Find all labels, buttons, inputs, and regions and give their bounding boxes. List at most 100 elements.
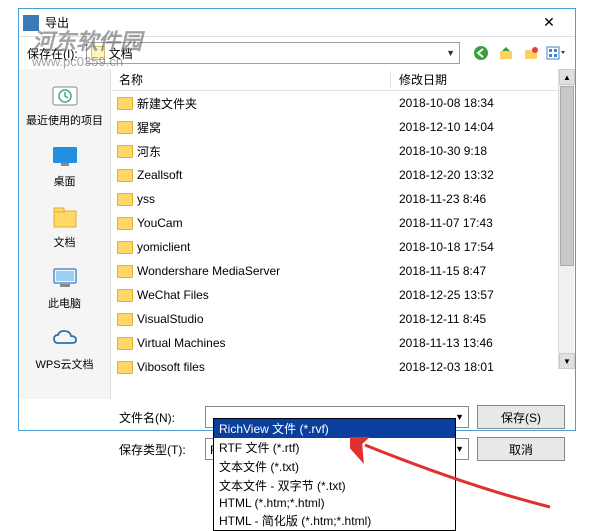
folder-icon [117,169,133,182]
sidebar-item-thispc[interactable]: 此电脑 [25,260,105,315]
folder-icon [117,121,133,134]
chevron-down-icon: ▼ [455,444,464,454]
file-date: 2018-11-13 13:46 [391,336,575,350]
desktop-icon [49,142,81,170]
computer-icon [49,264,81,292]
close-button[interactable]: ✕ [527,13,571,33]
folder-icon [117,265,133,278]
folder-icon [117,193,133,206]
file-row[interactable]: Vibosoft files 2018-12-03 18:01 [111,355,575,379]
sidebar-item-label: 最近使用的项目 [26,112,103,128]
up-icon[interactable] [495,42,517,64]
folder-icon [91,46,105,60]
file-row[interactable]: yomiclient 2018-10-18 17:54 [111,235,575,259]
scroll-thumb[interactable] [560,86,574,266]
file-name: 河东 [137,143,161,160]
scroll-down-icon[interactable]: ▼ [559,353,575,369]
folder-icon [117,217,133,230]
dropdown-item[interactable]: RichView 文件 (*.rvf) [214,419,455,438]
file-name: 猩窝 [137,119,161,136]
savein-label: 保存在(I): [27,45,78,62]
sidebar-item-recent[interactable]: 最近使用的项目 [25,77,105,132]
location-value: 文档 [109,45,442,62]
folder-icon [117,145,133,158]
file-list-header: 名称 修改日期 [111,69,575,91]
sidebar-item-label: 桌面 [54,173,76,189]
file-row[interactable]: Zeallsoft 2018-12-20 13:32 [111,163,575,187]
places-sidebar: 最近使用的项目 桌面 文档 此电脑 WPS云文档 [19,69,111,399]
chevron-down-icon: ▼ [446,48,455,58]
dropdown-item[interactable]: HTML (*.htm;*.html) [214,495,455,511]
location-row: 保存在(I): 文档 ▼ [19,37,575,69]
body-area: 最近使用的项目 桌面 文档 此电脑 WPS云文档 名称 修改日期 [19,69,575,399]
file-name: Zeallsoft [137,168,182,182]
vertical-scrollbar[interactable]: ▲ ▼ [558,69,574,369]
sidebar-item-label: 文档 [54,234,76,250]
file-name: Wondershare MediaServer [137,264,280,278]
file-name: YouCam [137,216,183,230]
app-icon [23,15,39,31]
file-date: 2018-11-07 17:43 [391,216,575,230]
dropdown-item[interactable]: HTML - 简化版 (*.htm;*.html) [214,511,455,530]
nav-toolbar [470,42,567,64]
file-name: Vibosoft files [137,360,205,374]
folder-icon [117,289,133,302]
dropdown-item[interactable]: 文本文件 (*.txt) [214,457,455,476]
file-date: 2018-12-10 14:04 [391,120,575,134]
save-button[interactable]: 保存(S) [477,405,565,429]
file-row[interactable]: 新建文件夹2018-10-08 18:34 [111,91,575,115]
sidebar-item-label: WPS云文档 [35,356,93,372]
file-date: 2018-10-30 9:18 [391,144,575,158]
folder-icon [117,241,133,254]
file-list[interactable]: 新建文件夹2018-10-08 18:34 猩窝 2018-12-10 14:04 河… [111,91,575,399]
file-date: 2018-12-11 8:45 [391,312,575,326]
sidebar-item-wpscloud[interactable]: WPS云文档 [25,321,105,376]
new-folder-icon[interactable] [520,42,542,64]
column-name[interactable]: 名称 [111,71,391,88]
column-date[interactable]: 修改日期 [391,71,575,88]
cloud-icon [49,325,81,353]
file-row[interactable]: 河东 2018-10-30 9:18 [111,139,575,163]
cancel-button[interactable]: 取消 [477,437,565,461]
file-date: 2018-11-23 8:46 [391,192,575,206]
view-menu-icon[interactable] [545,42,567,64]
folder-icon [117,361,133,374]
file-row[interactable]: 猩窝 2018-12-10 14:04 [111,115,575,139]
scroll-up-icon[interactable]: ▲ [559,69,575,85]
filetype-label: 保存类型(T): [119,441,197,458]
file-row[interactable]: WeChat Files 2018-12-25 13:57 [111,283,575,307]
filename-label: 文件名(N): [119,409,197,426]
back-icon[interactable] [470,42,492,64]
dialog-title: 导出 [45,14,527,31]
file-date: 2018-10-18 17:54 [391,240,575,254]
file-name: VisualStudio [137,312,204,326]
sidebar-item-desktop[interactable]: 桌面 [25,138,105,193]
export-dialog: 导出 ✕ 保存在(I): 文档 ▼ 最近使用的项目 桌面 [18,8,576,431]
folder-icon [117,313,133,326]
file-date: 2018-12-03 18:01 [391,360,575,374]
file-row[interactable]: yss2018-11-23 8:46 [111,187,575,211]
file-name: 新建文件夹 [137,95,197,112]
file-name: yomiclient [137,240,190,254]
location-combo[interactable]: 文档 ▼ [86,42,460,64]
file-name: Virtual Machines [137,336,226,350]
chevron-down-icon: ▼ [455,412,464,422]
file-row[interactable]: VisualStudio 2018-12-11 8:45 [111,307,575,331]
dropdown-item[interactable]: RTF 文件 (*.rtf) [214,438,455,457]
file-row[interactable]: Virtual Machines 2018-11-13 13:46 [111,331,575,355]
documents-icon [49,203,81,231]
file-name: WeChat Files [137,288,209,302]
sidebar-item-label: 此电脑 [48,295,81,311]
file-row[interactable]: YouCam 2018-11-07 17:43 [111,211,575,235]
dropdown-item[interactable]: 文本文件 - 双字节 (*.txt) [214,476,455,495]
file-date: 2018-11-15 8:47 [391,264,575,278]
folder-icon [117,337,133,350]
folder-icon [117,97,133,110]
file-date: 2018-12-25 13:57 [391,288,575,302]
titlebar: 导出 ✕ [19,9,575,37]
sidebar-item-documents[interactable]: 文档 [25,199,105,254]
file-row[interactable]: Wondershare MediaServer 2018-11-15 8:47 [111,259,575,283]
file-date: 2018-12-20 13:32 [391,168,575,182]
file-area: 名称 修改日期 新建文件夹2018-10-08 18:34 猩窝 2018-12-1… [111,69,575,399]
filetype-dropdown[interactable]: RichView 文件 (*.rvf)RTF 文件 (*.rtf)文本文件 (*… [213,418,456,531]
